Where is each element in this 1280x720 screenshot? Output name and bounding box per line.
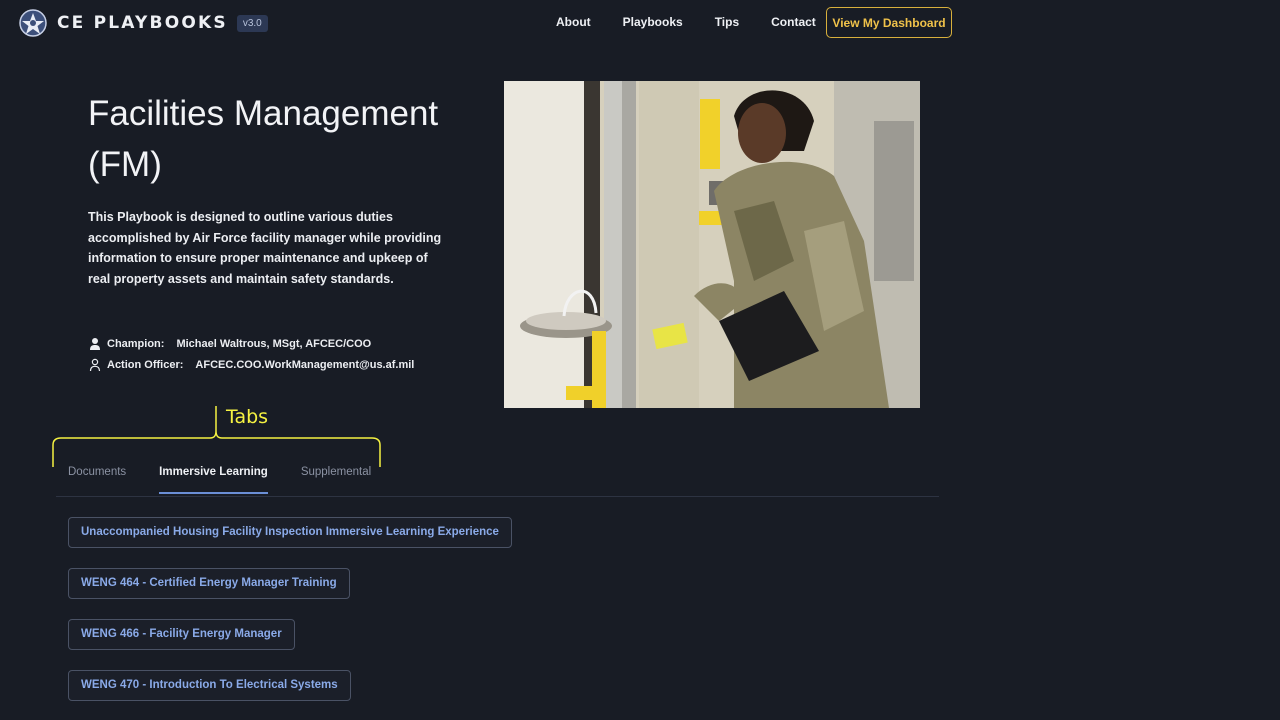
hero-photo xyxy=(504,81,920,408)
view-dashboard-button[interactable]: View My Dashboard xyxy=(826,7,952,38)
tabs-annotation-brace-icon xyxy=(52,406,381,467)
page-title: Facilities Management (FM) xyxy=(88,94,439,184)
nav-contact[interactable]: Contact xyxy=(771,14,816,30)
version-badge: v3.0 xyxy=(236,14,268,32)
champion-row: Champion: Michael Waltrous, MSgt, AFCEC/… xyxy=(88,333,414,354)
person-outline-icon xyxy=(89,358,101,371)
nav-tips[interactable]: Tips xyxy=(715,14,739,30)
immersive-learning-links: Unaccompanied Housing Facility Inspectio… xyxy=(68,517,512,720)
playbook-description: This Playbook is designed to outline var… xyxy=(88,210,442,286)
champion-value: Michael Waltrous, MSgt, AFCEC/COO xyxy=(176,337,372,350)
action-officer-row: Action Officer: AFCEC.COO.WorkManagement… xyxy=(88,354,414,375)
link-weng-470[interactable]: WENG 470 - Introduction To Electrical Sy… xyxy=(68,670,351,701)
link-weng-466[interactable]: WENG 466 - Facility Energy Manager xyxy=(68,619,295,650)
nav-about[interactable]: About xyxy=(556,14,591,30)
brand[interactable]: CE PLAYBOOKS v3.0 xyxy=(18,8,268,38)
tabs-annotation-label: Tabs xyxy=(226,406,269,428)
link-unaccompanied-housing-inspection[interactable]: Unaccompanied Housing Facility Inspectio… xyxy=(68,517,512,548)
page: CE PLAYBOOKS v3.0 About Playbooks Tips C… xyxy=(0,0,1280,720)
tab-immersive-learning[interactable]: Immersive Learning xyxy=(159,466,268,494)
action-officer-label: Action Officer: xyxy=(107,358,184,371)
tab-divider xyxy=(56,496,939,497)
contacts: Champion: Michael Waltrous, MSgt, AFCEC/… xyxy=(88,333,414,375)
tab-supplemental[interactable]: Supplemental xyxy=(301,466,371,492)
nav-playbooks[interactable]: Playbooks xyxy=(623,14,683,30)
person-filled-icon xyxy=(90,337,100,350)
link-weng-464[interactable]: WENG 464 - Certified Energy Manager Trai… xyxy=(68,568,350,599)
facility-manager-photo-icon xyxy=(504,81,920,408)
action-officer-email: AFCEC.COO.WorkManagement@us.af.mil xyxy=(195,358,415,371)
main-nav: About Playbooks Tips Contact xyxy=(556,14,848,30)
champion-label: Champion: xyxy=(107,337,165,350)
brand-name: CE PLAYBOOKS xyxy=(57,13,228,33)
air-force-logo-icon xyxy=(19,9,47,37)
tab-documents[interactable]: Documents xyxy=(68,466,126,492)
tab-bar: Documents Immersive Learning Supplementa… xyxy=(68,466,404,494)
